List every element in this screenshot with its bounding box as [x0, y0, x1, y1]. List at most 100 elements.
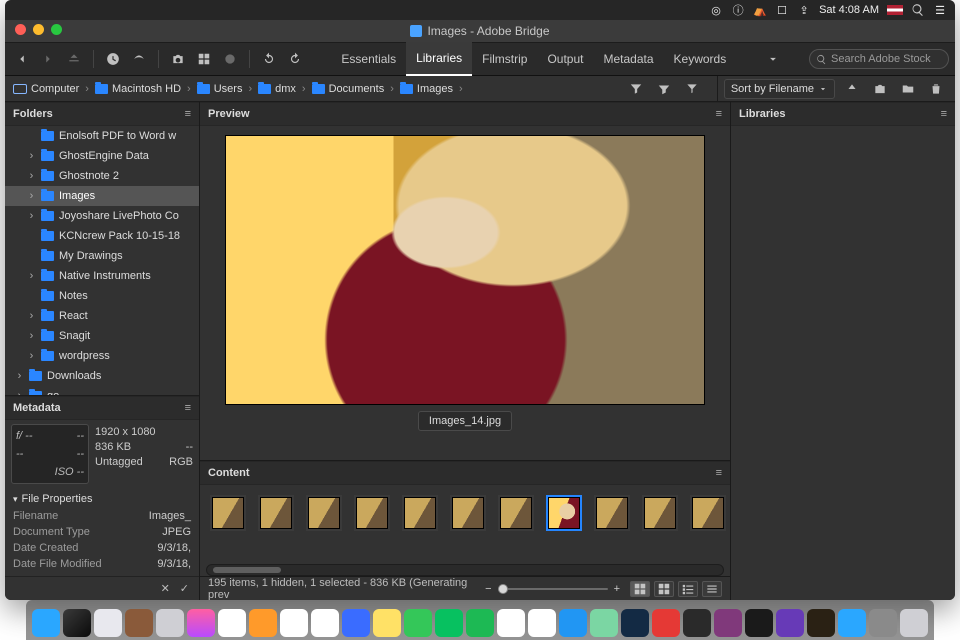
workspace-tab-metadata[interactable]: Metadata — [593, 42, 663, 76]
folder-item-wordpress[interactable]: ›wordpress — [5, 346, 199, 366]
dock-app-magnet[interactable] — [652, 609, 680, 637]
dock-app-safari[interactable] — [94, 609, 122, 637]
content-scrollbar[interactable] — [206, 564, 724, 576]
dock-app-appstore[interactable] — [559, 609, 587, 637]
libraries-panel-menu-icon[interactable]: ≡ — [941, 108, 947, 120]
folder-item-go[interactable]: ›go — [5, 386, 199, 395]
refine-button[interactable] — [193, 48, 215, 70]
breadcrumb-documents[interactable]: Documents — [312, 83, 385, 95]
sort-asc-button[interactable] — [841, 78, 863, 100]
filter-toggle-1[interactable] — [625, 78, 647, 100]
dock-app-contacts[interactable] — [125, 609, 153, 637]
content-panel-header[interactable]: Content ≡ — [200, 461, 730, 485]
new-folder-button[interactable] — [897, 78, 919, 100]
folder-item-react[interactable]: ›React — [5, 306, 199, 326]
search-input[interactable]: Search Adobe Stock — [809, 49, 949, 69]
folder-item-kcncrew-pack-10-15-18[interactable]: KCNcrew Pack 10-15-18 — [5, 226, 199, 246]
dock-app-app[interactable] — [280, 609, 308, 637]
content-panel-menu-icon[interactable]: ≡ — [716, 467, 722, 479]
apply-metadata-button[interactable]: ✓ — [180, 582, 189, 595]
dock-app-messages[interactable] — [404, 609, 432, 637]
thumbnail-strip[interactable] — [200, 485, 730, 558]
thumbnail-item[interactable] — [642, 495, 678, 531]
zoom-in-icon[interactable]: + — [614, 583, 620, 595]
fullscreen-window-button[interactable] — [51, 24, 62, 35]
dock-app-pages[interactable] — [249, 609, 277, 637]
thumbnail-item[interactable] — [354, 495, 390, 531]
dock-app-character[interactable] — [776, 609, 804, 637]
minimize-window-button[interactable] — [33, 24, 44, 35]
people-icon[interactable]: ⛺ — [753, 4, 767, 17]
folder-item-downloads[interactable]: ›Downloads — [5, 366, 199, 386]
folder-item-snagit[interactable]: ›Snagit — [5, 326, 199, 346]
filter-toggle-2[interactable] — [653, 78, 675, 100]
dock-app-steam[interactable] — [621, 609, 649, 637]
breadcrumb-macintosh-hd[interactable]: Macintosh HD — [95, 83, 181, 95]
wifi-icon[interactable]: ⇪ — [797, 4, 811, 17]
menu-icon[interactable]: ☰ — [933, 4, 947, 17]
camera-import-button[interactable] — [167, 48, 189, 70]
trash-button[interactable] — [925, 78, 947, 100]
thumbnail-size-slider[interactable]: − + — [485, 583, 620, 595]
dock-app-notes[interactable] — [373, 609, 401, 637]
thumbnail-item[interactable] — [258, 495, 294, 531]
breadcrumb-users[interactable]: Users — [197, 83, 243, 95]
close-window-button[interactable] — [15, 24, 26, 35]
view-details-button[interactable] — [678, 581, 698, 597]
libraries-panel-header[interactable]: Libraries ≡ — [731, 102, 955, 126]
thumbnail-item[interactable] — [546, 495, 582, 531]
dock-app-finder[interactable] — [32, 609, 60, 637]
rotate-cw-button[interactable] — [284, 48, 306, 70]
thumbnail-item[interactable] — [210, 495, 246, 531]
cc-icon[interactable]: ◎ — [709, 4, 723, 17]
parent-button[interactable] — [63, 48, 85, 70]
thumbnail-item[interactable] — [306, 495, 342, 531]
sort-dropdown[interactable]: Sort by Filename — [724, 79, 835, 99]
file-properties-header[interactable]: ▾File Properties — [13, 490, 191, 508]
workspace-tab-libraries[interactable]: Libraries — [406, 42, 472, 76]
dock-app-wechat[interactable] — [435, 609, 463, 637]
forward-button[interactable] — [37, 48, 59, 70]
breadcrumb-dmx[interactable]: dmx — [258, 83, 296, 95]
metadata-panel-header[interactable]: Metadata ≡ — [5, 396, 199, 420]
view-list-button[interactable] — [702, 581, 722, 597]
workspace-tab-output[interactable]: Output — [537, 42, 593, 76]
rotate-ccw-button[interactable] — [258, 48, 280, 70]
dock-app-recorder[interactable] — [745, 609, 773, 637]
folder-item-images[interactable]: ›Images — [5, 186, 199, 206]
dock-app-lock[interactable] — [683, 609, 711, 637]
thumbnail-item[interactable] — [690, 495, 726, 531]
preview-panel-header[interactable]: Preview ≡ — [200, 102, 730, 126]
zoom-out-icon[interactable]: − — [485, 583, 491, 595]
info-icon[interactable]: ⓘ — [731, 2, 745, 18]
flag-icon[interactable] — [887, 5, 903, 15]
preview-image[interactable] — [225, 135, 705, 405]
folders-panel-menu-icon[interactable]: ≡ — [185, 108, 191, 120]
folder-item-enolsoft-pdf-to-word-w[interactable]: Enolsoft PDF to Word w — [5, 126, 199, 146]
folder-item-ghostengine-data[interactable]: ›GhostEngine Data — [5, 146, 199, 166]
dock-app-onenote[interactable] — [714, 609, 742, 637]
thumbnail-item[interactable] — [498, 495, 534, 531]
dock-app-app3[interactable] — [528, 609, 556, 637]
dock-app-trash[interactable] — [900, 609, 928, 637]
dock-app-itunes[interactable] — [187, 609, 215, 637]
dock-app-bridge[interactable] — [807, 609, 835, 637]
boomerang-button[interactable] — [128, 48, 150, 70]
dock-app-chrome[interactable] — [497, 609, 525, 637]
folder-item-ghostnote-2[interactable]: ›Ghostnote 2 — [5, 166, 199, 186]
folder-item-notes[interactable]: Notes — [5, 286, 199, 306]
folders-panel-header[interactable]: Folders ≡ — [5, 102, 199, 126]
dock-app-downloads[interactable] — [869, 609, 897, 637]
thumbnail-item[interactable] — [594, 495, 630, 531]
thumbnail-item[interactable] — [450, 495, 486, 531]
dock-app-settings[interactable] — [156, 609, 184, 637]
dock-app-spotify[interactable] — [466, 609, 494, 637]
workspace-tab-essentials[interactable]: Essentials — [331, 42, 406, 76]
recent-button[interactable] — [102, 48, 124, 70]
filter-dropdown[interactable] — [681, 78, 703, 100]
cancel-metadata-button[interactable]: ✕ — [161, 582, 170, 595]
menubar-time[interactable]: Sat 4:08 AM — [819, 4, 879, 16]
workspace-tab-filmstrip[interactable]: Filmstrip — [472, 42, 537, 76]
dock-app-maps[interactable] — [590, 609, 618, 637]
preview-panel-menu-icon[interactable]: ≡ — [716, 108, 722, 120]
